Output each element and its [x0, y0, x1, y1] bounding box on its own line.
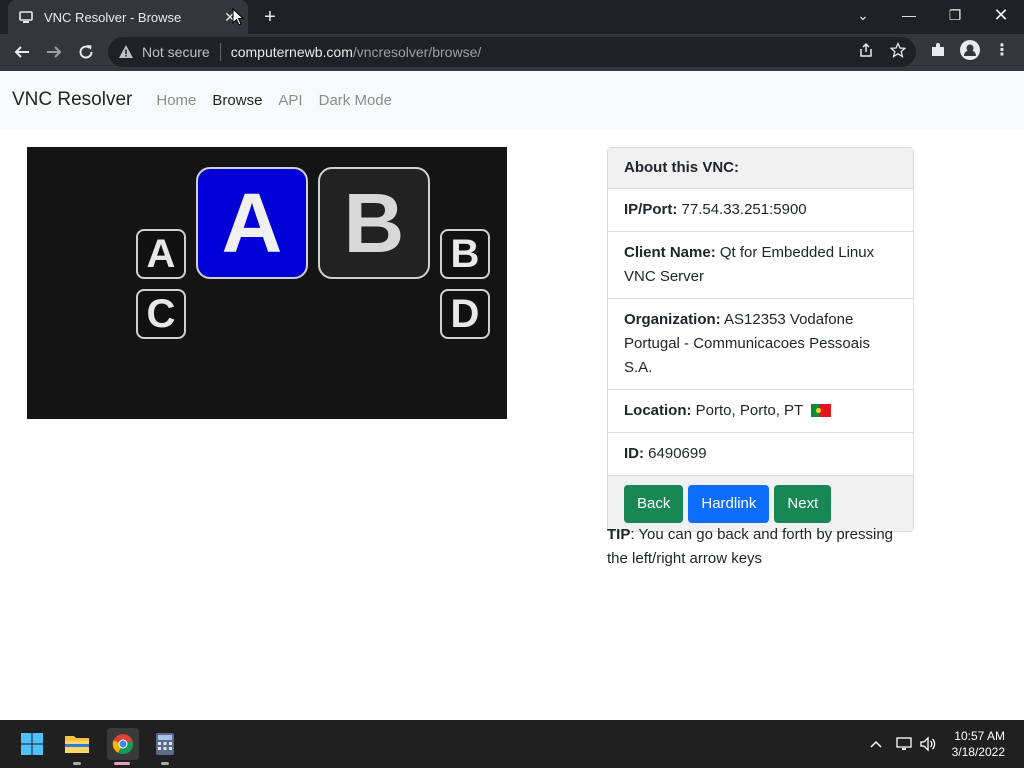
site-navbar: VNC Resolver Home Browse API Dark Mode [0, 71, 1024, 129]
vnc-info-card: About this VNC: IP/Port: 77.54.33.251:59… [607, 147, 914, 532]
extensions-puzzle-icon[interactable] [927, 39, 949, 61]
network-icon[interactable] [894, 732, 914, 756]
browser-menu-icon[interactable]: ⋮ [991, 39, 1013, 61]
restore-icon[interactable]: ❐ [932, 0, 978, 30]
vnc-key-b-big: B [318, 167, 430, 279]
vnc-key-a-big: A [196, 167, 308, 279]
mouse-cursor-icon [232, 8, 244, 26]
organization-label: Organization: [624, 311, 721, 328]
nav-api[interactable]: API [278, 92, 302, 109]
browser-toolbar: Not secure computernewb.com/vncresolver/… [0, 34, 1024, 71]
taskbar: 10:57 AM 3/18/2022 [0, 720, 1024, 768]
location-value: Porto, Porto, PT [695, 402, 803, 419]
new-tab-icon[interactable]: + [258, 5, 282, 29]
ip-port-value: 77.54.33.251:5900 [681, 201, 807, 218]
chrome-active-indicator [114, 762, 130, 765]
vnc-key-b-small: B [440, 229, 490, 279]
tab-search-icon[interactable]: ⌄ [840, 0, 886, 30]
profile-avatar-icon[interactable] [959, 39, 981, 61]
not-secure-label[interactable]: Not secure [142, 44, 210, 60]
ip-port-label: IP/Port: [624, 201, 678, 218]
forward-arrow-icon[interactable] [42, 40, 66, 64]
calculator-icon[interactable] [151, 730, 179, 758]
card-header: About this VNC: [608, 148, 913, 189]
vnc-key-a-small: A [136, 229, 186, 279]
id-value: 6490699 [648, 445, 707, 462]
client-name-label: Client Name: [624, 244, 716, 261]
browser-tab-strip: VNC Resolver - Browse ✕ + ⌄ — ❐ ✕ [0, 0, 1024, 34]
share-icon[interactable] [855, 39, 877, 61]
site-brand[interactable]: VNC Resolver [12, 89, 132, 111]
nav-home[interactable]: Home [156, 92, 196, 109]
address-bar[interactable]: Not secure computernewb.com/vncresolver/… [108, 37, 916, 67]
taskbar-clock[interactable]: 10:57 AM 3/18/2022 [952, 728, 1005, 760]
id-item: ID: 6490699 [608, 433, 913, 476]
site-favicon-icon [18, 9, 34, 25]
clock-date: 3/18/2022 [951, 745, 1005, 759]
calculator-running-indicator [161, 762, 169, 765]
tip-label: TIP [607, 526, 631, 543]
portugal-flag-icon [811, 404, 832, 417]
nav-dark-mode[interactable]: Dark Mode [319, 92, 392, 109]
explorer-running-indicator [73, 762, 81, 765]
ip-port-item: IP/Port: 77.54.33.251:5900 [608, 189, 913, 232]
url-host: computernewb.com [230, 44, 353, 60]
minimize-icon[interactable]: — [886, 0, 932, 30]
tab-title: VNC Resolver - Browse [44, 9, 182, 25]
file-explorer-icon[interactable] [63, 730, 91, 758]
url-path: /vncresolver/browse/ [352, 44, 482, 60]
organization-item: Organization: AS12353 Vodafone Portugal … [608, 299, 913, 390]
client-name-item: Client Name: Qt for Embedded Linux VNC S… [608, 232, 913, 299]
tip-text: TIP: You can go back and forth by pressi… [607, 523, 917, 571]
address-divider [219, 43, 221, 61]
back-button[interactable]: Back [624, 484, 684, 523]
back-arrow-icon[interactable] [10, 40, 34, 64]
vnc-key-d-small: D [440, 289, 490, 339]
window-close-icon[interactable]: ✕ [978, 0, 1024, 30]
hardlink-button[interactable]: Hardlink [688, 484, 770, 523]
browser-tab[interactable]: VNC Resolver - Browse ✕ [8, 0, 248, 34]
show-hidden-icons-chevron-icon[interactable] [866, 732, 886, 756]
location-item: Location: Porto, Porto, PT [608, 390, 913, 433]
next-button[interactable]: Next [774, 484, 832, 523]
volume-icon[interactable] [918, 732, 938, 756]
nav-browse[interactable]: Browse [212, 92, 262, 109]
location-label: Location: [624, 402, 692, 419]
vnc-screenshot: A C A B B D [27, 147, 507, 419]
reload-icon[interactable] [74, 40, 98, 64]
chrome-icon[interactable] [107, 728, 139, 760]
warning-icon [119, 45, 133, 58]
windows-start-icon[interactable] [18, 730, 46, 758]
vnc-key-c-small: C [136, 289, 186, 339]
tip-body: : You can go back and forth by pressing … [607, 526, 894, 567]
id-label: ID: [624, 445, 644, 462]
clock-time: 10:57 AM [954, 729, 1005, 743]
bookmark-star-icon[interactable] [887, 39, 909, 61]
